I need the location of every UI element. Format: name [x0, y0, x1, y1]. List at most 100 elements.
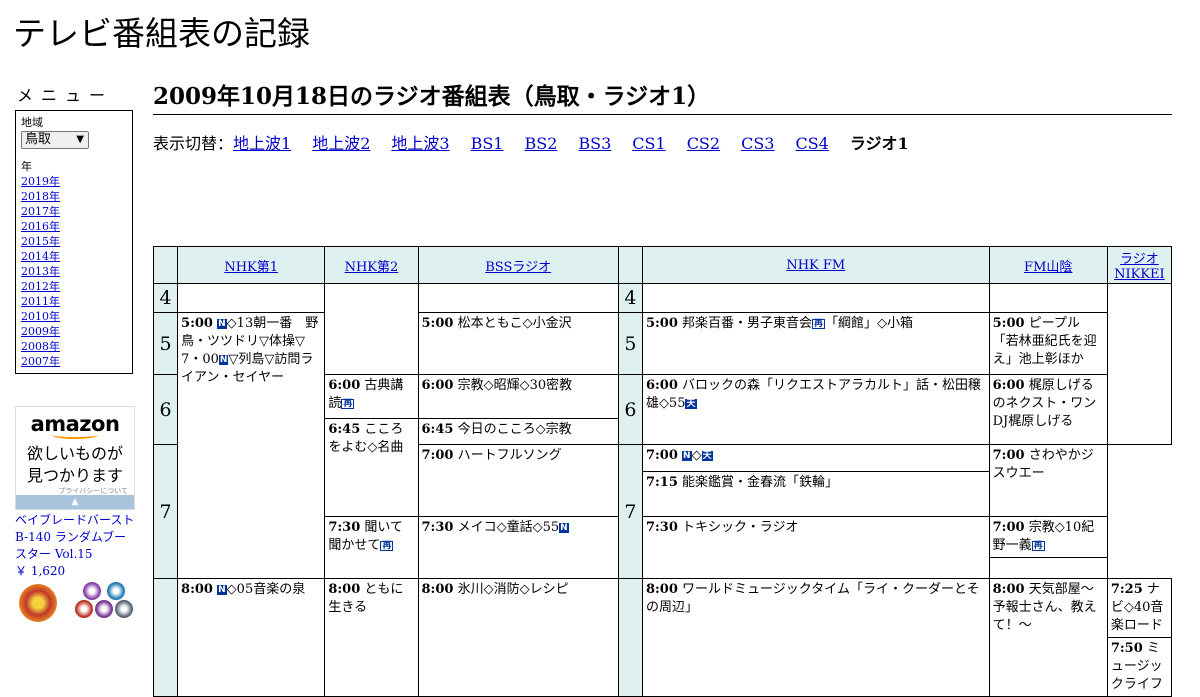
hour-cell: 7: [617, 444, 643, 579]
beyblade-image: [95, 600, 113, 618]
program-title: トキシック・ラジオ: [682, 520, 799, 535]
program-cell[interactable]: 7:30 聞いて聞かせて再: [324, 516, 419, 579]
program-cell[interactable]: 8:00 氷川◇消防◇レシピ: [417, 578, 619, 697]
year-link-2013[interactable]: 2013年: [21, 264, 127, 279]
switch-link-cs2[interactable]: CS2: [687, 134, 720, 153]
year-link-2019[interactable]: 2019年: [21, 174, 127, 189]
channel-header: NHK第2: [324, 246, 419, 284]
switch-link-terrestrial3[interactable]: 地上波3: [391, 134, 449, 153]
year-link-2017[interactable]: 2017年: [21, 204, 127, 219]
hour-cell: 7: [152, 444, 179, 579]
view-switcher: 表示切替：地上波1 地上波2 地上波3 BS1 BS2 BS3 CS1 CS2 CS3 CS4 ラジ…: [153, 133, 1172, 155]
beyblade-image: [83, 582, 101, 600]
rebroadcast-icon: 再: [341, 399, 355, 409]
beyblade-image: [115, 600, 133, 618]
program-cell[interactable]: 5:00 松本ともこ◇小金沢: [417, 312, 619, 375]
program-cell[interactable]: 7:30 トキシック・ラジオ: [641, 516, 990, 579]
year-link-2012[interactable]: 2012年: [21, 279, 127, 294]
switch-link-bs1[interactable]: BS1: [471, 134, 504, 153]
program-title: ハートフルソング: [457, 448, 562, 463]
hour-cell: 5: [152, 312, 179, 375]
program-time: 7:00: [421, 448, 454, 463]
program-cell[interactable]: 6:00 バロックの森「リクエストアラカルト」話・松田穣雄◇55天: [641, 374, 990, 445]
ad-banner[interactable]: amazon 欲しいものが 見つかります プライバシーについて ▲: [15, 406, 135, 510]
region-select[interactable]: 鳥取 ▼: [21, 131, 89, 149]
channel-header: BSSラジオ: [417, 246, 619, 284]
program-cell-empty: [988, 283, 1108, 313]
program-cell[interactable]: 6:00 梶原しげるのネクスト・ワンDJ梶原しげる: [988, 374, 1108, 445]
program-title: ◇: [691, 448, 702, 463]
program-cell-empty: [417, 283, 619, 313]
program-title: ◇05音楽の泉: [226, 582, 306, 597]
channel-link-fmsanin[interactable]: FM山陰: [1024, 260, 1072, 275]
program-time: 5:00: [421, 316, 454, 331]
switch-link-cs4[interactable]: CS4: [795, 134, 828, 153]
program-cell[interactable]: 7:00 宗教◇10紀野一義再: [988, 516, 1108, 579]
year-link-2018[interactable]: 2018年: [21, 189, 127, 204]
program-cell[interactable]: 7:00 N◇天 7:15 能楽鑑賞・金春流「鉄輪」: [641, 444, 990, 517]
program-cell[interactable]: 8:00 天気部屋～予報士さん、教えて！～: [988, 578, 1108, 697]
channel-link-nhkfm[interactable]: NHK FM: [786, 258, 845, 273]
beyblade-image: [75, 600, 93, 618]
hour-cell: 5: [617, 312, 643, 375]
program-cell[interactable]: 8:00 ともに生きる: [324, 578, 419, 697]
hour-cell: [152, 578, 179, 697]
ad-product-link[interactable]: ベイブレードバーストB-140 ランダムブースター Vol.15: [15, 512, 135, 563]
channel-header: NHK第1: [177, 246, 326, 284]
switch-link-cs1[interactable]: CS1: [632, 134, 665, 153]
program-time: 7:30: [328, 520, 361, 535]
program-cell[interactable]: 7:00 ハートフルソング: [417, 444, 619, 517]
channel-link-bss[interactable]: BSSラジオ: [485, 260, 551, 275]
program-time: 6:45: [328, 422, 361, 437]
program-cell[interactable]: 6:45 こころをよむ◇名曲: [324, 418, 419, 517]
program-cell[interactable]: 6:00 宗教◇昭輝◇30密教: [417, 374, 619, 419]
amazon-ad[interactable]: amazon 欲しいものが 見つかります プライバシーについて ▲ ベイブレード…: [15, 406, 135, 632]
program-cell[interactable]: 6:00 古典講読再: [324, 374, 419, 419]
switch-link-terrestrial1[interactable]: 地上波1: [233, 134, 291, 153]
corner-cell: [152, 246, 179, 284]
channel-link-nhk1[interactable]: NHK第1: [224, 260, 278, 275]
ad-product-image[interactable]: [15, 582, 135, 632]
menu-box: 地域 鳥取 ▼ 年 2019年 2018年 2017年 2016年 2015年 …: [15, 110, 133, 374]
program-title: 松本ともこ◇小金沢: [457, 316, 572, 331]
region-label: 地域: [21, 116, 43, 129]
program-cell[interactable]: 8:00 ワールドミュージックタイム「ライ・クーダーとその周辺」: [641, 578, 990, 697]
hour-cell: [617, 578, 643, 697]
switch-link-bs3[interactable]: BS3: [578, 134, 611, 153]
rebroadcast-icon: 再: [380, 541, 394, 551]
program-time: 8:00: [421, 582, 454, 597]
program-time: 7:30: [421, 520, 454, 535]
program-cell[interactable]: 5:00 邦楽百番・男子東音会再「綱館」◇小箱: [641, 312, 990, 375]
program-cell[interactable]: 6:45 今日のこころ◇宗教: [417, 418, 619, 445]
switch-link-cs3[interactable]: CS3: [741, 134, 774, 153]
program-cell[interactable]: 7:25 ナビ◇40音楽ロード 7:50 ミュージックライフ: [1106, 578, 1173, 697]
year-link-2010[interactable]: 2010年: [21, 309, 127, 324]
hour-cell: 6: [152, 374, 179, 445]
year-link-2011[interactable]: 2011年: [21, 294, 127, 309]
program-time: 5:00: [645, 316, 678, 331]
page-title: 2009年10月18日のラジオ番組表（鳥取・ラジオ1）: [153, 80, 1172, 115]
ad-copy: 欲しいものが 見つかります: [16, 443, 134, 487]
year-link-2008[interactable]: 2008年: [21, 339, 127, 354]
switch-link-bs2[interactable]: BS2: [524, 134, 557, 153]
program-cell[interactable]: 7:30 メイコ◇童話◇55N: [417, 516, 619, 579]
news-icon: N: [682, 451, 692, 461]
sidebar: メニュー 地域 鳥取 ▼ 年 2019年 2018年 2017年 2016年 2…: [15, 85, 137, 374]
program-title: 能楽鑑賞・金春流「鉄輪」: [682, 475, 839, 490]
year-link-2015[interactable]: 2015年: [21, 234, 127, 249]
channel-link-nikkei[interactable]: ラジオNIKKEI: [1114, 252, 1165, 282]
program-cell[interactable]: 8:00 N◇05音楽の泉: [177, 578, 326, 697]
year-link-2016[interactable]: 2016年: [21, 219, 127, 234]
program-cell[interactable]: 5:00 N◇13朝一番 野鳥・ツツドリ▽体操▽7・00N▽列島▽訪問ライアン・…: [177, 312, 326, 579]
program-cell[interactable]: 5:00 ピープル「若林亜紀氏を迎え」池上彰ほか: [988, 312, 1108, 375]
ad-scroll-up-icon[interactable]: ▲: [16, 495, 134, 509]
channel-header: FM山陰: [988, 246, 1108, 284]
program-cell[interactable]: 7:00 さわやかジスウエー: [988, 444, 1108, 517]
year-link-2007[interactable]: 2007年: [21, 354, 127, 369]
channel-link-nhk2[interactable]: NHK第2: [345, 260, 399, 275]
year-link-2014[interactable]: 2014年: [21, 249, 127, 264]
switch-link-terrestrial2[interactable]: 地上波2: [312, 134, 370, 153]
program-cell-empty: [324, 283, 419, 375]
main-content: 2009年10月18日のラジオ番組表（鳥取・ラジオ1） 表示切替：地上波1 地上波…: [153, 80, 1172, 155]
year-link-2009[interactable]: 2009年: [21, 324, 127, 339]
